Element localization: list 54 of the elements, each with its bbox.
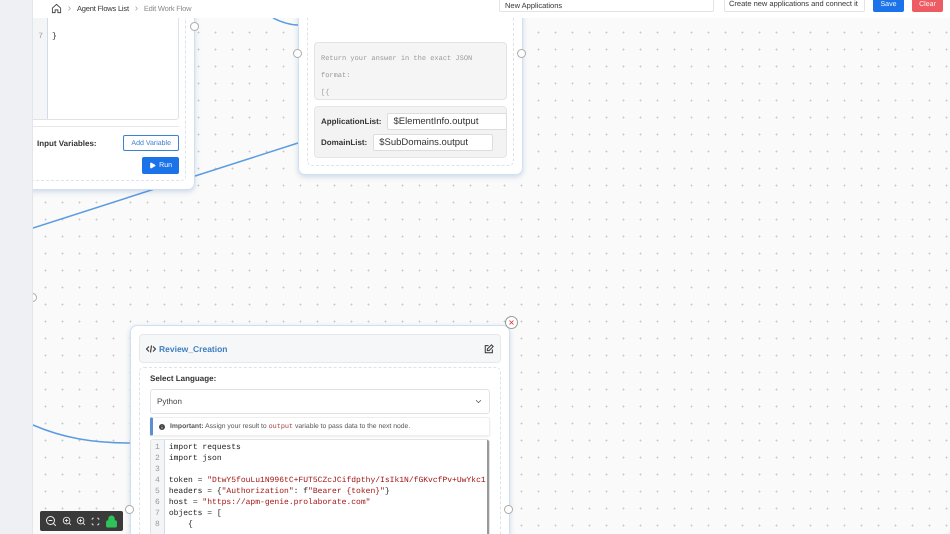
connection-handle[interactable] xyxy=(504,505,513,514)
line-number: 4 xyxy=(155,475,160,486)
edit-icon[interactable] xyxy=(484,344,494,354)
line-number: 7 xyxy=(155,508,160,519)
zoom-out-button[interactable] xyxy=(45,515,58,527)
chevron-icon xyxy=(66,5,73,12)
code-line: { xyxy=(187,519,194,530)
code-line: host = "https://apm-genie.prolaborate.com" xyxy=(168,497,372,508)
code-icon xyxy=(146,344,156,352)
line-number: 8 xyxy=(155,519,160,530)
close-icon xyxy=(508,319,515,326)
line-number: 2 xyxy=(155,453,160,464)
zoom-in-button[interactable] xyxy=(76,516,86,526)
fit-view-button[interactable] xyxy=(91,516,100,526)
variable-label: ApplicationList: xyxy=(321,117,382,126)
input-variables-label: Input Variables: xyxy=(37,138,97,148)
chevron-icon xyxy=(474,397,483,406)
close-button[interactable] xyxy=(505,316,518,329)
select-language-label: Select Language: xyxy=(150,374,218,383)
code-editor[interactable]: 7 } xyxy=(33,18,179,120)
fit-view-icon xyxy=(91,516,100,526)
chevron-icon xyxy=(132,5,140,12)
connection-handle[interactable] xyxy=(517,49,526,58)
connection-handle[interactable] xyxy=(125,505,134,514)
zoom-in-button[interactable] xyxy=(62,516,72,526)
code-line: headers = {"Authorization": f"Bearer {token}"} xyxy=(168,486,391,497)
variable-field[interactable]: $ElementInfo.output xyxy=(387,113,508,130)
line-number: 3 xyxy=(155,464,160,475)
info-icon xyxy=(158,422,166,430)
line-number: 6 xyxy=(155,497,160,508)
line-number: 7 xyxy=(38,31,43,42)
lock-icon xyxy=(104,514,118,528)
connection-handle[interactable] xyxy=(293,49,302,58)
code-node[interactable] xyxy=(130,325,510,534)
code-line: import requests xyxy=(168,442,242,453)
zoom-in-icon xyxy=(76,516,86,526)
code-line: objects = [ xyxy=(168,508,223,519)
connector-line xyxy=(272,18,298,26)
zoom-in-icon xyxy=(62,516,72,526)
play-icon xyxy=(149,162,156,170)
line-number: 1 xyxy=(155,442,160,453)
code-line: } xyxy=(52,31,57,42)
variable-field[interactable]: $SubDomains.output xyxy=(373,134,494,151)
code-line: token = "DtwY5fouLu1N996tC+FUT5CZcJCifdpthy/IsIk1N/fGKvcfPv+UwYkc1 xyxy=(168,475,487,486)
node-title: Review_Creation xyxy=(146,344,228,354)
code-editor[interactable] xyxy=(150,439,490,534)
language-select[interactable]: Python xyxy=(150,389,490,414)
home-icon[interactable] xyxy=(51,3,62,14)
lock-button[interactable] xyxy=(104,514,118,528)
variable-label: DomainList: xyxy=(321,138,368,147)
code-line: import json xyxy=(168,453,223,464)
connection-handle[interactable] xyxy=(190,22,199,31)
line-number: 5 xyxy=(155,486,160,497)
zoom-out-icon xyxy=(45,515,58,527)
